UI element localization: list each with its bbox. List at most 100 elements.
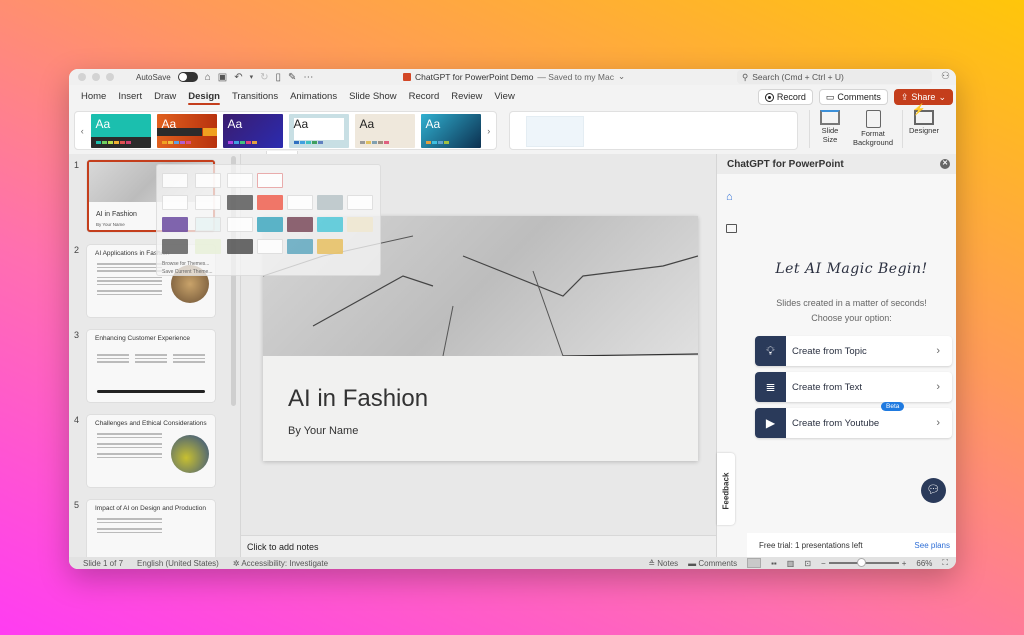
autosave-toggle[interactable]	[177, 72, 198, 82]
slide-sorter-view-button[interactable]: ▪▪	[771, 559, 777, 568]
tab-animations[interactable]: Animations	[284, 85, 343, 107]
maximize-window-button[interactable]	[106, 73, 114, 81]
slide-title[interactable]: AI in Fashion	[288, 385, 428, 413]
theme-option[interactable]	[227, 217, 253, 232]
reading-view-button[interactable]: ▥	[787, 559, 795, 568]
document-title[interactable]: ChatGPT for PowerPoint Demo — Saved to m…	[403, 71, 625, 82]
edit-document-icon[interactable]: ✎	[288, 72, 296, 83]
theme-option[interactable]	[287, 239, 313, 254]
theme-option[interactable]	[317, 195, 343, 210]
notes-toggle[interactable]: ≙ Notes	[648, 559, 678, 568]
close-pane-button[interactable]: ✕	[940, 159, 950, 169]
record-button[interactable]: Record	[757, 89, 813, 105]
theme-option[interactable]	[287, 195, 313, 210]
tab-design[interactable]: Design	[182, 85, 226, 107]
notes-area[interactable]: Click to add notes	[241, 535, 716, 557]
share-people-icon[interactable]: ⚇	[941, 71, 950, 82]
theme-option[interactable]	[257, 173, 283, 188]
share-button[interactable]: ⇪ Share ⌄	[893, 89, 953, 105]
theme-option[interactable]	[227, 195, 253, 210]
tab-view[interactable]: View	[488, 85, 520, 107]
theme-option[interactable]	[162, 195, 188, 210]
search-box[interactable]: ⚲ Search (Cmd + Ctrl + U)	[737, 70, 932, 84]
theme-option[interactable]	[162, 173, 188, 188]
create-from-text-button[interactable]: ≣ Create from Text ›	[755, 372, 952, 402]
fit-to-window-button[interactable]: ⛶	[942, 558, 948, 568]
theme-blue[interactable]: Aa	[420, 113, 481, 148]
gallery-prev-arrow[interactable]: ‹	[80, 126, 85, 136]
see-plans-link[interactable]: See plans	[914, 541, 950, 550]
theme-option[interactable]	[195, 173, 221, 188]
normal-view-button[interactable]	[747, 558, 762, 568]
new-document-icon[interactable]: ▯	[276, 72, 282, 83]
minimize-window-button[interactable]	[92, 73, 100, 81]
accessibility-status[interactable]: ✲ Accessibility: Investigate	[233, 559, 328, 568]
zoom-out-button[interactable]: −	[821, 559, 826, 568]
theme-option[interactable]	[257, 239, 283, 254]
more-icon[interactable]: ⋯	[303, 72, 313, 83]
close-window-button[interactable]	[78, 73, 86, 81]
theme-option[interactable]	[287, 217, 313, 232]
create-from-youtube-button[interactable]: ▶︎ Create from Youtube Beta ›	[755, 402, 952, 438]
comments-button[interactable]: ▭ Comments	[818, 89, 888, 105]
theme-option[interactable]	[347, 195, 373, 210]
theme-option[interactable]	[227, 239, 253, 254]
tab-slide-show[interactable]: Slide Show	[343, 85, 403, 107]
gallery-next-arrow[interactable]: ›	[487, 126, 492, 136]
theme-orange[interactable]: Aa	[156, 113, 217, 148]
theme-option[interactable]	[195, 195, 221, 210]
theme-option[interactable]	[347, 217, 373, 232]
feedback-tab[interactable]: Feedback	[717, 453, 735, 525]
zoom-slider[interactable]	[828, 558, 899, 567]
theme-option[interactable]	[317, 217, 343, 232]
chevron-right-icon: ›	[936, 381, 940, 393]
theme-option[interactable]	[162, 217, 188, 232]
theme-option[interactable]	[317, 239, 343, 254]
share-icon: ⇪	[900, 91, 909, 102]
undo-icon[interactable]: ↶	[234, 72, 242, 83]
tab-transitions[interactable]: Transitions	[226, 85, 284, 107]
home-icon[interactable]: ⌂	[726, 191, 733, 203]
zoom-level[interactable]: 66%	[916, 559, 932, 568]
zoom-in-button[interactable]: +	[902, 559, 907, 568]
slide-subtitle[interactable]: By Your Name	[288, 425, 358, 437]
theme-option[interactable]	[195, 217, 221, 232]
format-background-button[interactable]: Format Background	[850, 110, 896, 148]
designer-button[interactable]: ⚡ Designer	[909, 105, 939, 148]
theme-floral[interactable]: Aa	[288, 113, 349, 148]
tab-insert[interactable]: Insert	[112, 85, 148, 107]
ribbon-tabs: Home Insert Draw Design Transitions Anim…	[69, 85, 956, 107]
theme-option[interactable]	[227, 173, 253, 188]
chevron-down-icon[interactable]: ▾	[250, 73, 254, 81]
zoom-slider-knob[interactable]	[856, 558, 866, 567]
theme-option[interactable]	[195, 239, 221, 254]
slide-size-button[interactable]: Slide Size	[816, 110, 844, 148]
tab-review[interactable]: Review	[445, 85, 488, 107]
theme-option[interactable]	[257, 217, 283, 232]
browse-themes-link[interactable]: Browse for Themes...	[162, 261, 209, 267]
theme-frame[interactable]: Aa	[354, 113, 415, 148]
theme-option[interactable]	[162, 239, 188, 254]
save-theme-link[interactable]: Save Current Theme...	[162, 269, 213, 275]
comments-toggle[interactable]: ▬ Comments	[688, 559, 737, 568]
theme-teal[interactable]: Aa	[90, 113, 151, 148]
home-icon[interactable]: ⌂	[205, 72, 211, 83]
chat-button[interactable]: 💬︎	[921, 478, 946, 503]
slide-preview[interactable]: Challenges and Ethical Considerations	[87, 415, 215, 487]
slide-preview[interactable]: Enhancing Customer Experience	[87, 330, 215, 402]
save-icon[interactable]: ▣	[218, 72, 227, 83]
variant-placeholder[interactable]	[526, 116, 584, 147]
redo-icon[interactable]: ↻	[260, 72, 268, 83]
briefcase-icon[interactable]	[726, 224, 737, 233]
slide-preview[interactable]: Impact of AI on Design and Production	[87, 500, 215, 557]
tab-draw[interactable]: Draw	[148, 85, 182, 107]
slideshow-view-button[interactable]: ⊡	[804, 559, 811, 568]
share-label: Share	[911, 92, 936, 102]
language-status[interactable]: English (United States)	[137, 559, 219, 568]
thumb-title: Challenges and Ethical Considerations	[95, 420, 207, 427]
theme-purple[interactable]: Aa	[222, 113, 283, 148]
tab-record[interactable]: Record	[403, 85, 446, 107]
theme-option[interactable]	[257, 195, 283, 210]
tab-home[interactable]: Home	[75, 85, 112, 107]
create-from-topic-button[interactable]: 💡︎ Create from Topic ›	[755, 336, 952, 366]
